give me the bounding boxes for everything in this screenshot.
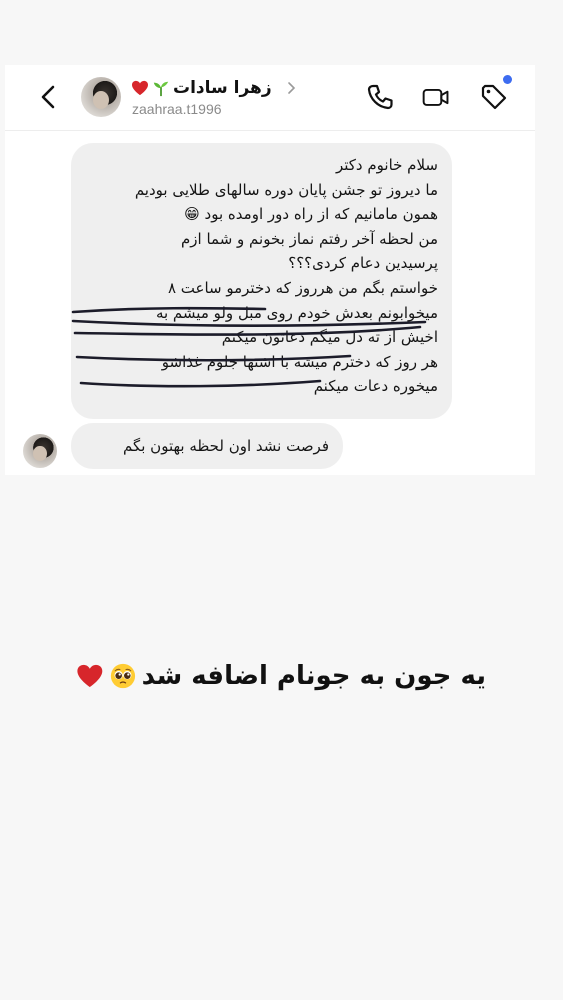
message-line: سلام خانوم دکتر xyxy=(335,156,438,174)
message-line: همون مامانیم که از راه دور اومده بود 😁 xyxy=(184,205,438,224)
caption-text: یه جون به جونام اضافه شد xyxy=(141,661,486,691)
back-arrow-icon[interactable] xyxy=(35,83,63,111)
tag-icon[interactable] xyxy=(479,82,509,112)
chat-header: زهرا سادات zaahraa.t1996 xyxy=(5,65,535,131)
message-line: اخیش از ته دل میگم دعاتون میکنم xyxy=(221,328,438,347)
contact-name: زهرا سادات xyxy=(173,78,272,98)
video-call-icon[interactable] xyxy=(421,82,451,112)
story-caption: یه جون به جونام اضافه شد xyxy=(76,656,486,696)
chat-screenshot: زهرا سادات zaahraa.t1996 سلام خانوم دکتر… xyxy=(5,65,535,475)
chevron-right-icon[interactable] xyxy=(287,81,297,95)
message-line: ما دیروز تو جشن پایان دوره سالهای طلایی … xyxy=(134,180,438,199)
message-bubble[interactable]: فرصت نشد اون لحظه بهتون بگم xyxy=(71,423,343,469)
message-line: میخوره دعات میکنم xyxy=(313,377,438,396)
message-line: خواستم بگم من هرروز که دخترمو ساعت ۸ xyxy=(167,278,438,297)
phone-icon[interactable] xyxy=(365,82,395,112)
message-line: میخوابونم بعدش خودم روی مبل ولو میشم به xyxy=(155,303,438,322)
sender-avatar[interactable] xyxy=(23,434,57,468)
message-line: من لحظه آخر رفتم نماز بخونم و شما ازم xyxy=(180,229,438,248)
contact-username: zaahraa.t1996 xyxy=(132,101,222,117)
message-bubble[interactable]: سلام خانوم دکتر ما دیروز تو جشن پایان دو… xyxy=(71,143,452,419)
red-heart-emoji xyxy=(132,80,148,96)
notification-dot xyxy=(503,75,512,84)
contact-name-row[interactable]: زهرا سادات xyxy=(131,76,272,100)
sprout-emoji xyxy=(153,81,169,97)
red-heart-emoji xyxy=(77,664,103,688)
contact-avatar[interactable] xyxy=(81,77,121,117)
pleading-face-emoji xyxy=(110,663,135,689)
message-line: هر روز که دخترم میشه با اشتها جلوم غذاشو xyxy=(161,352,438,371)
message-line: پرسیدین دعام کردی؟؟؟ xyxy=(288,254,438,273)
